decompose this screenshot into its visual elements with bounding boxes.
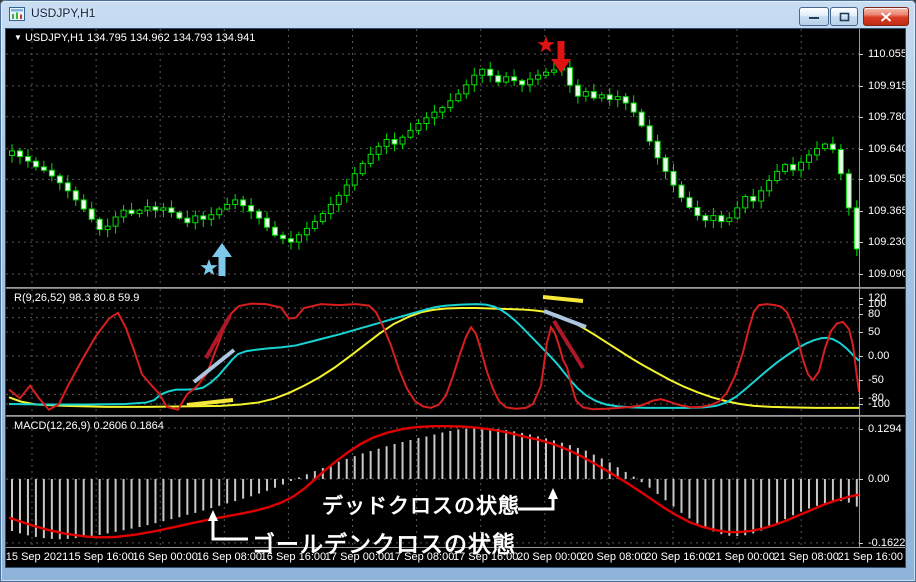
axis-label: 109.780 xyxy=(868,110,906,123)
axis-label: 110.055 xyxy=(868,48,906,60)
value-axis-column: 110.055 109.915 109.780 109.640 109.505 109.3… xyxy=(859,29,906,549)
minimize-icon xyxy=(809,17,819,20)
axis-tick xyxy=(859,85,863,87)
axis-tick xyxy=(859,398,863,399)
ohlc-header[interactable]: ▼ USDJPY,H1 134.795 134.962 134.793 134.… xyxy=(14,32,255,44)
axis-label: 109.090 xyxy=(868,268,906,280)
axis-tick xyxy=(859,179,863,181)
axis-tick xyxy=(859,332,863,333)
restore-button[interactable] xyxy=(830,7,858,26)
axis-tick xyxy=(859,211,863,213)
axis-label: 0.00 xyxy=(868,473,890,485)
axis-tick xyxy=(859,404,863,405)
rci-chart-canvas xyxy=(6,289,859,415)
macd-indicator-label: MACD(12,26,9) 0.2606 0.1864 xyxy=(14,420,164,432)
axis-tick xyxy=(859,242,863,244)
rci-panel[interactable] xyxy=(6,289,859,415)
title-bar[interactable]: USDJPY,H1 xyxy=(0,0,916,28)
minimize-button[interactable] xyxy=(799,7,829,26)
grid xyxy=(6,29,859,287)
axis-tick xyxy=(859,356,863,357)
time-axis-label: 15 Sep 2021 xyxy=(6,551,69,563)
axis-label: -100 xyxy=(868,398,891,410)
close-button[interactable] xyxy=(863,7,909,26)
axis-tick xyxy=(859,298,863,299)
axis-tick xyxy=(859,314,863,315)
restore-icon xyxy=(839,12,849,21)
rci-short xyxy=(8,302,859,412)
axis-tick xyxy=(859,380,863,381)
axis-tick xyxy=(859,304,863,305)
time-axis-label: 20 Sep 16:00 xyxy=(645,551,711,563)
time-axis-label: 20 Sep 08:00 xyxy=(581,551,647,563)
close-icon xyxy=(880,11,892,22)
axis-label: 50 xyxy=(868,326,881,338)
golden-cross-annotation: ゴールデンクロスの状態 xyxy=(252,531,516,557)
candles xyxy=(9,60,859,257)
symbol-dropdown-icon[interactable]: ▼ xyxy=(14,33,22,42)
axis-label: 109.230 xyxy=(868,236,906,249)
axis-label: -50 xyxy=(868,374,884,386)
axis-label: 109.365 xyxy=(868,205,906,218)
axis-label: 80 xyxy=(868,308,881,320)
axis-label: 109.915 xyxy=(868,79,906,92)
window-title: USDJPY,H1 xyxy=(31,6,96,20)
axis-tick xyxy=(859,148,863,150)
axis-label: 0.00 xyxy=(868,350,890,362)
macd-histogram xyxy=(11,427,858,540)
time-axis-label: 21 Sep 08:00 xyxy=(773,551,839,563)
time-axis-label: 20 Sep 00:00 xyxy=(517,551,583,563)
axis-tick xyxy=(859,54,863,55)
dead-cross-annotation: デッドクロスの状態 xyxy=(322,495,520,518)
axis-tick xyxy=(859,479,863,480)
axis-tick xyxy=(859,116,863,118)
chart-client-area: ▼ USDJPY,H1 134.795 134.962 134.793 134.… xyxy=(5,28,906,568)
time-axis-label: 15 Sep 16:00 xyxy=(68,551,134,563)
time-axis-label: 21 Sep 16:00 xyxy=(837,551,904,563)
axis-label: 109.505 xyxy=(868,173,906,186)
mt4-chart-window: USDJPY,H1 ▼ USDJPY,H1 134.795 134.962 13… xyxy=(0,0,916,582)
axis-label: 0.1294 xyxy=(868,423,902,435)
chart-window-icon xyxy=(9,6,25,22)
axis-tick xyxy=(859,429,863,430)
rci-indicator-label: R(9,26,52) 98.3 80.8 59.9 xyxy=(14,292,140,304)
price-chart-canvas xyxy=(6,29,859,287)
main-price-panel[interactable] xyxy=(6,29,859,287)
axis-tick xyxy=(859,274,863,275)
time-axis-label: 21 Sep 00:00 xyxy=(709,551,775,563)
axis-tick xyxy=(859,543,863,544)
time-axis-label: 16 Sep 00:00 xyxy=(132,551,198,563)
ohlc-text: USDJPY,H1 134.795 134.962 134.793 134.94… xyxy=(24,32,256,44)
axis-label: 109.640 xyxy=(868,142,906,155)
